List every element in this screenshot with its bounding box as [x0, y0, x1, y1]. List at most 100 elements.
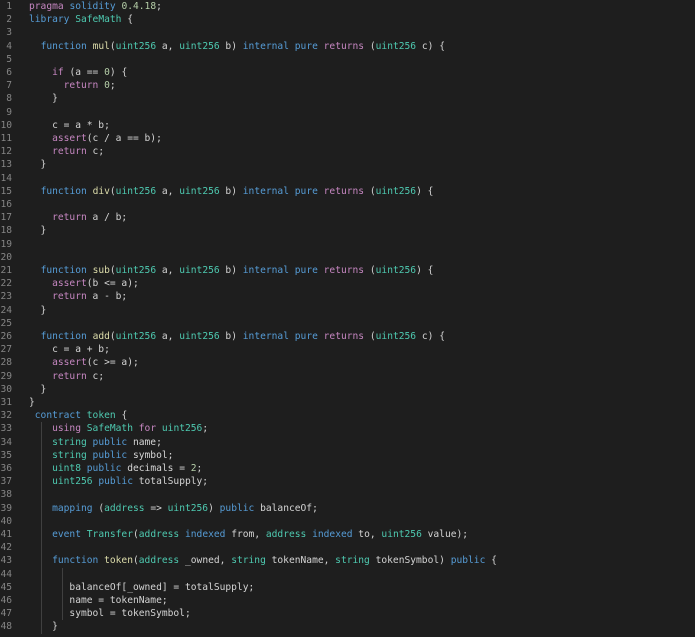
code-token: c; — [86, 370, 105, 382]
code-line[interactable]: 14 — [0, 172, 695, 185]
code-text: } — [29, 158, 47, 171]
code-line[interactable]: 12 return c; — [0, 145, 695, 158]
code-token: ( — [364, 331, 376, 342]
code-token: public — [98, 476, 133, 488]
code-line[interactable]: 6 if (a == 0) { — [0, 66, 695, 79]
code-line[interactable]: 3 — [0, 26, 695, 39]
code-text: function sub(uint256 a, uint256 b) inter… — [29, 264, 434, 277]
code-line[interactable]: 17 return a / b; — [0, 211, 695, 224]
code-editor[interactable]: 1 pragma solidity 0.4.18; 2 library SafeMat… — [0, 0, 695, 637]
code-line[interactable]: 26 function add(uint256 a, uint256 b) in… — [0, 330, 695, 343]
code-token: uint256 — [115, 265, 157, 276]
code-line[interactable]: 13 } — [0, 158, 695, 171]
code-line[interactable]: 45 balanceOf[_owned] = totalSupply; — [0, 580, 695, 594]
code-token: assert — [52, 357, 87, 369]
code-token: a, — [156, 265, 180, 276]
code-line[interactable]: 35 string public symbol; — [0, 448, 695, 462]
code-line[interactable]: 8 } — [0, 92, 695, 105]
code-line[interactable]: 48 } — [0, 620, 695, 634]
line-number: 17 — [0, 212, 12, 224]
code-line[interactable]: 25 — [0, 317, 695, 330]
code-line[interactable]: 18 } — [0, 224, 695, 237]
code-token: uint256 — [375, 40, 417, 52]
code-text: mapping (address => uint256) public bala… — [29, 502, 318, 515]
code-line[interactable]: 46 name = tokenName; — [0, 594, 695, 608]
code-line[interactable]: 2 library SafeMath { — [0, 13, 695, 26]
line-number: 36 — [0, 463, 12, 474]
code-token: } — [29, 159, 47, 171]
code-line[interactable]: 37 uint256 public totalSupply; — [0, 475, 695, 489]
code-text: string public symbol; — [29, 449, 173, 462]
code-line[interactable]: 9 — [0, 106, 695, 119]
line-number: 32 — [0, 410, 12, 422]
code-line[interactable]: 1 pragma solidity 0.4.18; — [0, 0, 695, 13]
code-line[interactable]: 23 return a - b; — [0, 290, 695, 303]
code-token: balanceOf[_owned] = totalSupply; — [29, 581, 255, 593]
code-token: address — [104, 502, 145, 514]
code-token: tokenSymbol) — [369, 555, 451, 567]
line-number: 12 — [0, 146, 12, 158]
line-number: 47 — [0, 608, 12, 620]
code-line[interactable]: 5 — [0, 53, 695, 66]
code-line[interactable]: 11 assert(c / a == b); — [0, 132, 695, 145]
code-line[interactable]: 47 symbol = tokenSymbol; — [0, 607, 695, 621]
code-line[interactable]: 34 string public name; — [0, 435, 695, 449]
code-token: => — [144, 502, 168, 514]
code-token: contract — [34, 410, 81, 422]
code-line[interactable]: 33 using SafeMath for uint256; — [0, 422, 695, 436]
code-line[interactable]: 24 } — [0, 304, 695, 317]
code-line[interactable]: 36 uint8 public decimals = 2; — [0, 462, 695, 476]
code-line[interactable]: 7 return 0; — [0, 79, 695, 92]
code-line[interactable]: 20 — [0, 251, 695, 264]
code-token: sub — [92, 265, 110, 276]
line-number: 8 — [6, 93, 12, 105]
code-token: ( — [364, 40, 376, 52]
code-token: uint256 — [375, 331, 417, 342]
code-line[interactable]: 16 — [0, 198, 695, 211]
code-line[interactable]: 4 function mul(uint256 a, uint256 b) int… — [0, 40, 695, 53]
code-text: } — [29, 92, 58, 105]
code-line[interactable]: 27 c = a + b; — [0, 343, 695, 356]
code-token: add — [92, 331, 110, 342]
code-token: SafeMath — [75, 14, 122, 26]
line-number: 20 — [0, 251, 12, 263]
code-token: _owned, — [179, 555, 232, 567]
code-token: library — [29, 14, 70, 26]
code-line[interactable]: 21 function sub(uint256 a, uint256 b) in… — [0, 264, 695, 277]
code-line[interactable]: 30 } — [0, 383, 695, 396]
code-line[interactable]: 22 assert(b <= a); — [0, 277, 695, 290]
code-line[interactable]: 44 — [0, 567, 695, 581]
code-token: string — [52, 436, 87, 448]
code-token: function — [40, 185, 87, 197]
line-number: 31 — [0, 397, 12, 408]
code-line[interactable]: 32 contract token { — [0, 409, 695, 422]
code-line[interactable]: 38 — [0, 488, 695, 502]
code-line[interactable]: 40 — [0, 514, 695, 528]
code-token: token — [104, 555, 133, 567]
code-line[interactable]: 42 — [0, 541, 695, 555]
code-token: b) — [219, 265, 243, 276]
code-text: return a / b; — [29, 211, 127, 224]
code-line[interactable]: 39 mapping (address => uint256) public b… — [0, 501, 695, 515]
line-number: 38 — [0, 489, 12, 501]
code-line[interactable]: 15 function div(uint256 a, uint256 b) in… — [0, 185, 695, 198]
code-text: string public name; — [29, 436, 162, 449]
code-line[interactable]: 43 function token(address _owned, string… — [0, 554, 695, 568]
line-number: 13 — [0, 159, 12, 171]
line-number: 11 — [0, 133, 12, 144]
code-line[interactable]: 31} — [0, 396, 695, 409]
code-line[interactable]: 19 — [0, 238, 695, 251]
line-number: 19 — [0, 238, 12, 250]
code-line[interactable]: 41 event Transfer(address indexed from, … — [0, 528, 695, 542]
code-line[interactable]: 29 return c; — [0, 370, 695, 383]
code-line[interactable]: 10 c = a * b; — [0, 119, 695, 132]
code-line[interactable]: 28 assert(c >= a); — [0, 356, 695, 369]
